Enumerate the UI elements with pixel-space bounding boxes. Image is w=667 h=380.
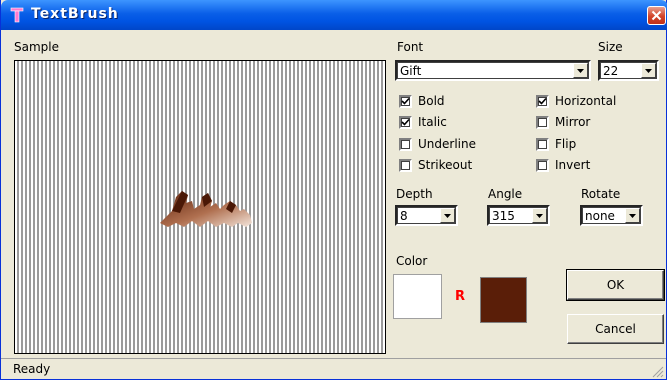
font-dropdown-button[interactable] bbox=[573, 63, 588, 78]
italic-checkbox-box[interactable] bbox=[399, 116, 412, 129]
close-icon bbox=[651, 10, 662, 21]
italic-label: Italic bbox=[418, 115, 447, 129]
selected-color-swatch[interactable] bbox=[480, 277, 527, 323]
size-label: Size bbox=[598, 40, 623, 54]
strikeout-label: Strikeout bbox=[418, 158, 473, 172]
angle-label: Angle bbox=[488, 187, 523, 201]
angle-dropdown-button[interactable] bbox=[532, 208, 547, 223]
title-bar[interactable]: TextBrush bbox=[1, 0, 667, 30]
underline-label: Underline bbox=[418, 137, 476, 151]
horizontal-checkbox-box[interactable] bbox=[536, 95, 549, 108]
ok-button[interactable]: OK bbox=[566, 269, 665, 301]
bold-label: Bold bbox=[418, 94, 445, 108]
rotate-label: Rotate bbox=[581, 187, 621, 201]
horizontal-checkbox[interactable]: Horizontal bbox=[536, 93, 656, 109]
depth-select-value: 8 bbox=[400, 209, 408, 223]
chevron-down-icon bbox=[645, 69, 652, 73]
background-color-swatch[interactable] bbox=[393, 274, 442, 319]
invert-checkbox[interactable]: Invert bbox=[536, 157, 656, 173]
flip-checkbox-box[interactable] bbox=[536, 138, 549, 151]
close-button[interactable] bbox=[647, 6, 666, 25]
invert-checkbox-box[interactable] bbox=[536, 159, 549, 172]
strikeout-checkbox[interactable]: Strikeout bbox=[399, 157, 509, 173]
color-label: Color bbox=[396, 254, 428, 268]
status-text: Ready bbox=[13, 362, 51, 376]
sample-label: Sample bbox=[14, 40, 59, 54]
angle-select[interactable]: 315 bbox=[487, 205, 550, 226]
rotate-dropdown-button[interactable] bbox=[625, 208, 640, 223]
chevron-down-icon bbox=[629, 214, 636, 218]
status-bar: Ready bbox=[1, 358, 666, 380]
underline-checkbox-box[interactable] bbox=[399, 138, 412, 151]
depth-dropdown-button[interactable] bbox=[440, 208, 455, 223]
font-select-value: Gift bbox=[400, 64, 422, 78]
invert-label: Invert bbox=[555, 158, 591, 172]
window-title: TextBrush bbox=[31, 6, 119, 22]
color-channel-marker: R bbox=[455, 289, 466, 304]
depth-label: Depth bbox=[396, 187, 433, 201]
mirror-checkbox-box[interactable] bbox=[536, 116, 549, 129]
depth-select[interactable]: 8 bbox=[395, 205, 458, 226]
mirror-label: Mirror bbox=[555, 115, 591, 129]
flip-label: Flip bbox=[555, 137, 577, 151]
underline-checkbox[interactable]: Underline bbox=[399, 136, 509, 152]
checkmark-icon bbox=[401, 97, 410, 105]
checkmark-icon bbox=[401, 118, 410, 126]
checkmark-icon bbox=[538, 97, 547, 105]
app-icon bbox=[10, 7, 24, 23]
mirror-checkbox[interactable]: Mirror bbox=[536, 114, 656, 130]
horizontal-label: Horizontal bbox=[555, 94, 617, 108]
rotate-select-value: none bbox=[585, 209, 615, 223]
resize-grip-icon[interactable] bbox=[652, 366, 664, 378]
textbrush-window: TextBrush Sample Font Size Gift 22 Bold … bbox=[0, 0, 667, 380]
angle-select-value: 315 bbox=[492, 209, 515, 223]
bold-checkbox[interactable]: Bold bbox=[399, 93, 509, 109]
cancel-button[interactable]: Cancel bbox=[567, 314, 664, 344]
font-select[interactable]: Gift bbox=[395, 60, 591, 81]
strikeout-checkbox-box[interactable] bbox=[399, 159, 412, 172]
size-dropdown-button[interactable] bbox=[641, 63, 656, 78]
sample-preview bbox=[14, 60, 386, 354]
chevron-down-icon bbox=[536, 214, 543, 218]
chevron-down-icon bbox=[577, 69, 584, 73]
chevron-down-icon bbox=[444, 214, 451, 218]
size-select-value: 22 bbox=[603, 64, 619, 78]
sample-preview-text-art bbox=[160, 191, 252, 227]
bold-checkbox-box[interactable] bbox=[399, 95, 412, 108]
italic-checkbox[interactable]: Italic bbox=[399, 114, 509, 130]
size-select[interactable]: 22 bbox=[598, 60, 659, 81]
flip-checkbox[interactable]: Flip bbox=[536, 136, 656, 152]
font-label: Font bbox=[397, 40, 424, 54]
rotate-select[interactable]: none bbox=[580, 205, 643, 226]
